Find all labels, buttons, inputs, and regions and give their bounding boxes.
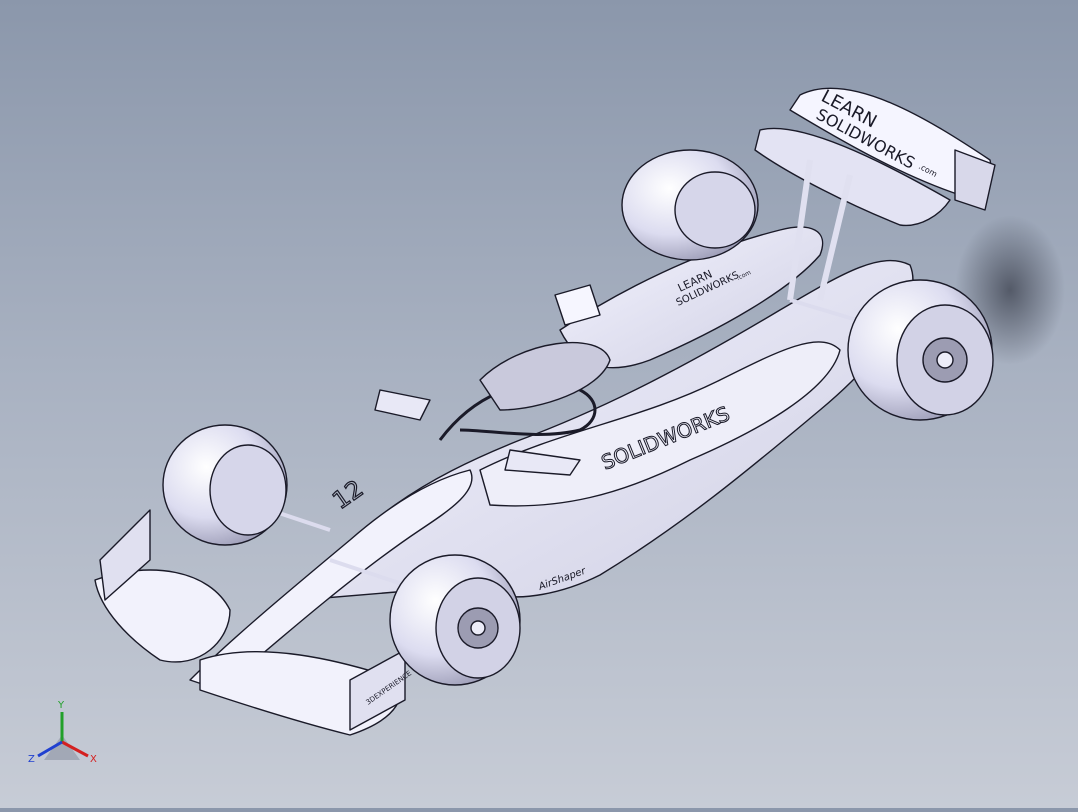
model-canvas[interactable]: LEARN SOLIDWORKS .com LEARN SOLIDWORKS .… <box>0 0 1078 808</box>
triad-z-label: Z <box>28 754 35 765</box>
tyre-front-right <box>389 554 521 686</box>
triad-x-label: X <box>90 754 97 765</box>
mirror-left <box>374 389 431 421</box>
triad-y-label: Y <box>57 700 65 711</box>
view-orientation-triad[interactable]: Y X Z <box>28 700 97 765</box>
car-number: 12 <box>327 474 368 514</box>
tyre-rear-right <box>847 279 994 421</box>
graphics-viewport[interactable]: LEARN SOLIDWORKS .com LEARN SOLIDWORKS .… <box>0 0 1078 808</box>
tyre-front-left <box>162 424 288 546</box>
tyre-rear-left <box>621 149 759 261</box>
